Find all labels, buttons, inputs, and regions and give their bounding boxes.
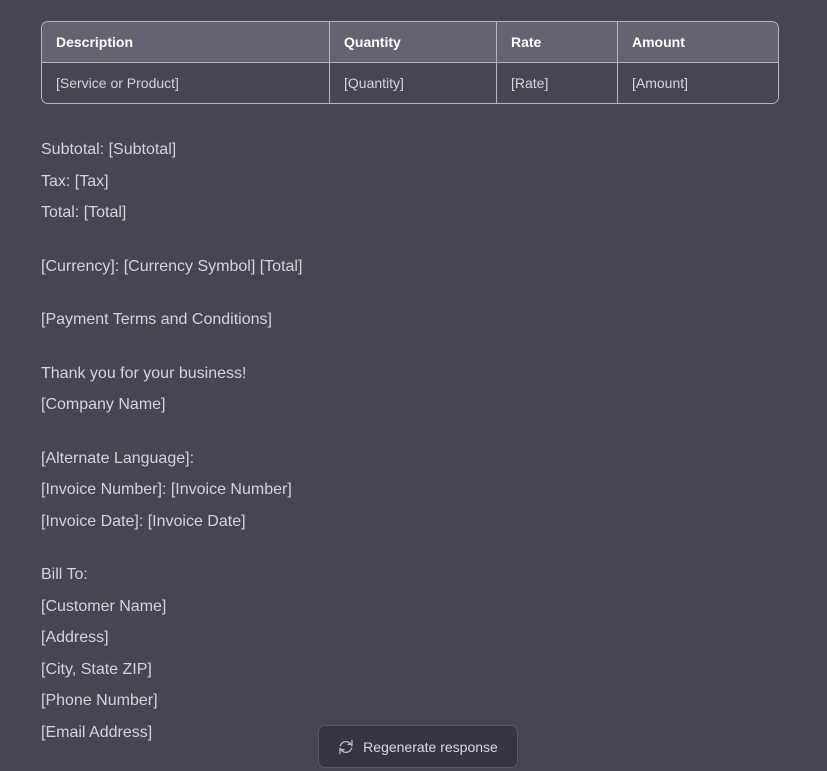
regenerate-response-button[interactable]: Regenerate response (318, 725, 518, 768)
text-line-invoice-date: [Invoice Date]: [Invoice Date] (41, 512, 246, 530)
paragraph-payment-terms: [Payment Terms and Conditions] (41, 304, 781, 336)
column-header-quantity: Quantity (329, 22, 496, 63)
refresh-icon (338, 739, 354, 755)
text-line-company-name: [Company Name] (41, 396, 166, 413)
cell-quantity: [Quantity] (329, 63, 496, 103)
text-line-bill-to: Bill To: (41, 566, 88, 583)
column-header-amount: Amount (617, 22, 778, 63)
invoice-line-items-table: Description Quantity Rate Amount [Servic… (41, 21, 779, 104)
chat-response-pane: Description Quantity Rate Amount [Servic… (0, 0, 827, 771)
text-line-customer-name: [Customer Name] (41, 597, 167, 615)
paragraph-totals: Subtotal: [Subtotal] Tax: [Tax] Total: [… (41, 134, 781, 229)
text-line-currency: [Currency]: [Currency Symbol] [Total] (41, 257, 303, 275)
text-line-thank-you: Thank you for your business! (41, 364, 247, 382)
text-line-city-state-zip: [City, State ZIP] (41, 660, 152, 678)
invoice-table-container: Description Quantity Rate Amount [Servic… (41, 21, 779, 104)
text-line-total: Total: [Total] (41, 204, 127, 221)
text-line-tax: Tax: [Tax] (41, 172, 109, 190)
cell-amount: [Amount] (617, 63, 778, 103)
invoice-body-text: Subtotal: [Subtotal] Tax: [Tax] Total: [… (41, 134, 781, 748)
paragraph-alternate-language: [Alternate Language]: [Invoice Number]: … (41, 443, 781, 538)
table-header: Description Quantity Rate Amount (42, 22, 778, 63)
table-row: [Service or Product] [Quantity] [Rate] [… (42, 63, 778, 103)
text-line-address: [Address] (41, 629, 109, 646)
paragraph-bill-to: Bill To: [Customer Name] [Address] [City… (41, 559, 781, 748)
cell-description: [Service or Product] (42, 63, 329, 103)
column-header-description: Description (42, 22, 329, 63)
text-line-invoice-number: [Invoice Number]: [Invoice Number] (41, 481, 292, 498)
regenerate-response-label: Regenerate response (363, 738, 498, 755)
cell-rate: [Rate] (496, 63, 617, 103)
table-header-row: Description Quantity Rate Amount (42, 22, 778, 63)
paragraph-thank-you: Thank you for your business! [Company Na… (41, 358, 781, 421)
table-body: [Service or Product] [Quantity] [Rate] [… (42, 63, 778, 103)
column-header-rate: Rate (496, 22, 617, 63)
text-line-alternate-language: [Alternate Language]: (41, 449, 195, 467)
text-line-phone-number: [Phone Number] (41, 692, 158, 709)
paragraph-currency: [Currency]: [Currency Symbol] [Total] (41, 251, 781, 283)
text-line-subtotal: Subtotal: [Subtotal] (41, 141, 177, 158)
text-line-payment-terms: [Payment Terms and Conditions] (41, 311, 272, 328)
